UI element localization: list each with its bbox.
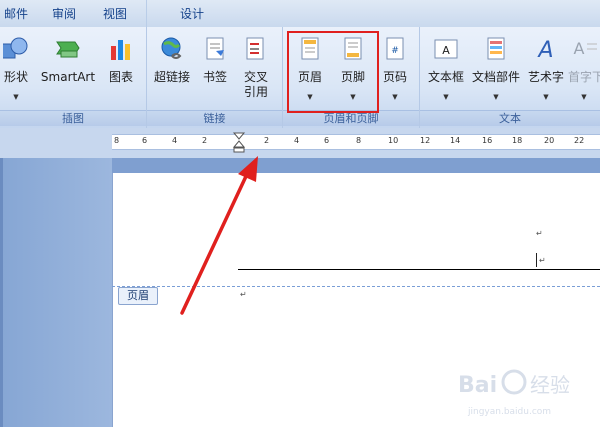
- ruler-tick: 12: [420, 136, 431, 145]
- tab-view[interactable]: 视图: [103, 5, 127, 22]
- red-arrow-annotation: [180, 156, 258, 315]
- ribbon-tab-bar: 邮件 审阅 视图 设计: [0, 0, 600, 28]
- svg-text:Bai: Bai: [458, 373, 497, 398]
- globe-link-icon: [161, 37, 182, 59]
- tab-design[interactable]: 设计: [180, 5, 204, 22]
- paragraph-mark: ↵: [539, 256, 546, 265]
- wordart-button[interactable]: A 艺术字 ▼: [524, 30, 568, 108]
- bookmark-label: 书签: [202, 70, 227, 84]
- chevron-down-icon: ▼: [543, 93, 549, 101]
- chevron-down-icon: ▼: [493, 93, 499, 101]
- group-label-illustrations: 插图: [0, 110, 146, 126]
- svg-text:经验: 经验: [530, 373, 570, 397]
- hyperlink-label: 超链接: [153, 70, 190, 84]
- quick-parts-icon: [487, 37, 505, 60]
- ruler-tick: 8: [356, 136, 362, 145]
- ruler-tick: 22: [574, 136, 585, 145]
- drop-cap-label: 首字下: [568, 70, 600, 84]
- ruler-tick: 2: [264, 136, 270, 145]
- left-margin-area: [0, 158, 112, 427]
- text-cursor: [536, 253, 537, 267]
- chevron-down-icon: ▼: [392, 93, 398, 101]
- group-text: A 文本框 ▼ 文档部件 ▼ A 艺术字 ▼ A 首字下 ▼ 文本: [420, 27, 600, 128]
- hyperlink-button[interactable]: 超链接: [151, 30, 193, 108]
- group-label-text: 文本: [420, 110, 600, 126]
- paragraph-mark: ↵: [536, 229, 543, 238]
- svg-text:jingyan.baidu.com: jingyan.baidu.com: [467, 407, 551, 417]
- ruler-tick: 4: [294, 136, 300, 145]
- ruler-tick: 8: [114, 136, 120, 145]
- chevron-down-icon: ▼: [581, 93, 587, 101]
- quick-parts-button[interactable]: 文档部件 ▼: [470, 30, 522, 108]
- horizontal-ruler[interactable]: 8 6 4 2 2 4 6 8 10 12 14 16 18 20 22: [112, 134, 600, 150]
- ruler-tick: 6: [142, 136, 148, 145]
- cross-reference-label: 交叉引用: [243, 70, 268, 99]
- ruler-tick: 18: [512, 136, 523, 145]
- bookmark-icon: [206, 37, 224, 60]
- text-box-button[interactable]: A 文本框 ▼: [424, 30, 468, 108]
- group-illustrations: 形状 ▼ SmartArt 图表 插图: [0, 27, 147, 128]
- smartart-label: SmartArt: [40, 70, 96, 84]
- text-box-label: 文本框: [427, 70, 464, 84]
- group-label-links: 链接: [147, 110, 282, 126]
- wordart-icon: A: [536, 38, 553, 62]
- bar-chart-icon: [111, 40, 130, 60]
- highlight-box: [287, 31, 379, 113]
- chart-label: 图表: [108, 70, 133, 84]
- shapes-button[interactable]: 形状 ▼: [0, 30, 32, 108]
- ruler-tick: 10: [388, 136, 399, 145]
- group-links: 超链接 书签 交叉引用 链接: [147, 27, 283, 128]
- baidu-jingyan-watermark-logo: Bai 经验 jingyan.baidu.com: [458, 369, 570, 417]
- shapes-label: 形状: [3, 70, 28, 84]
- tab-review[interactable]: 审阅: [52, 5, 76, 22]
- svg-text:#: #: [391, 46, 399, 56]
- ruler-tick: 16: [482, 136, 493, 145]
- ruler-tick: 6: [324, 136, 330, 145]
- svg-text:A: A: [536, 38, 553, 62]
- page-number-label: 页码: [382, 70, 407, 84]
- text-box-icon: A: [434, 39, 458, 59]
- page-number-icon: #: [386, 37, 404, 60]
- chevron-down-icon: ▼: [443, 93, 449, 101]
- chart-button[interactable]: 图表: [102, 30, 140, 108]
- drop-cap-button[interactable]: A 首字下 ▼: [568, 30, 600, 108]
- tab-separator: [146, 0, 147, 27]
- cross-reference-icon: [246, 37, 264, 60]
- ruler-tick: 2: [202, 136, 208, 145]
- smartart-button[interactable]: SmartArt: [36, 30, 100, 108]
- drop-cap-icon: A: [574, 39, 597, 58]
- quick-parts-label: 文档部件: [471, 70, 520, 84]
- bookmark-button[interactable]: 书签: [197, 30, 233, 108]
- svg-text:A: A: [574, 39, 585, 58]
- vertical-ruler-edge: [0, 158, 3, 427]
- ruler-tick: 14: [450, 136, 461, 145]
- page-number-button[interactable]: # 页码 ▼: [377, 30, 413, 108]
- ruler-tick: 4: [172, 136, 178, 145]
- shapes-icon: [3, 37, 28, 59]
- svg-text:A: A: [442, 44, 450, 57]
- header-border-line: [238, 269, 600, 270]
- ruler-tick: 20: [544, 136, 555, 145]
- header-region-tag: 页眉: [118, 287, 158, 305]
- tab-mailings[interactable]: 邮件: [4, 5, 28, 22]
- smartart-icon: [56, 41, 80, 58]
- cross-reference-button[interactable]: 交叉引用: [237, 30, 275, 108]
- chevron-down-icon: ▼: [13, 93, 19, 101]
- wordart-label: 艺术字: [527, 70, 564, 84]
